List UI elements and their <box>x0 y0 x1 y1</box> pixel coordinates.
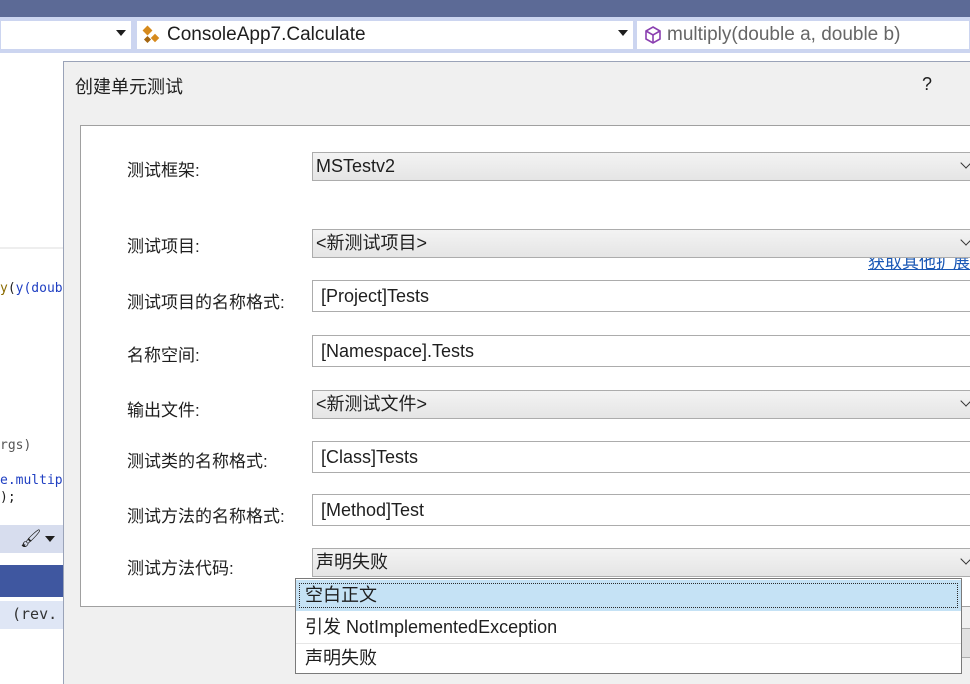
project-dropdown[interactable] <box>0 20 132 50</box>
method-code-value: 声明失败 <box>316 552 388 572</box>
project-name-format-input[interactable]: [Project]Tests <box>312 280 970 312</box>
settings-panel: 测试框架: MSTestv2 获取其他扩展 测试项目: <新测试项目> 测试项目… <box>80 125 970 607</box>
namespace-label: 名称空间: <box>127 346 200 365</box>
class-icon <box>142 25 160 44</box>
chevron-down-icon <box>960 234 970 246</box>
code-line: ); <box>0 490 16 505</box>
editor-toolbar: 🖌 <box>0 525 64 553</box>
project-dropdown[interactable]: <新测试项目> <box>312 229 970 258</box>
method-code-options-list: 空白正文 引发 NotImplementedException 声明失败 <box>295 578 962 674</box>
framework-dropdown[interactable]: MSTestv2 <box>312 152 970 181</box>
project-name-format-label: 测试项目的名称格式: <box>127 293 285 312</box>
method-name-format-label: 测试方法的名称格式: <box>127 507 285 526</box>
namespace-input[interactable]: [Namespace].Tests <box>312 335 970 367</box>
tool-window-header <box>0 565 64 597</box>
brush-icon[interactable]: 🖌 <box>20 529 42 549</box>
output-file-label: 输出文件: <box>127 401 200 420</box>
member-dropdown-value: multiply(double a, double b) <box>667 24 901 45</box>
code-line: y(y(double <box>0 281 64 296</box>
method-code-dropdown[interactable]: 声明失败 <box>312 548 970 577</box>
framework-value: MSTestv2 <box>316 156 396 176</box>
method-code-label: 测试方法代码: <box>127 559 234 578</box>
member-dropdown[interactable]: multiply(double a, double b) <box>636 20 970 50</box>
code-editor[interactable]: y(y(double rgs) e.multipl ); 🖌 <box>0 53 64 684</box>
code-line: rgs) <box>0 438 32 453</box>
class-dropdown[interactable]: ConsoleApp7.Calculate <box>136 20 634 50</box>
option-assert-failure[interactable]: 声明失败 <box>296 643 961 674</box>
method-cube-icon <box>645 26 661 44</box>
dropdown-arrow-icon <box>116 30 126 36</box>
dropdown-arrow-icon <box>618 30 628 36</box>
output-file-dropdown[interactable]: <新测试文件> <box>312 390 970 419</box>
help-button[interactable]: ? <box>914 71 940 97</box>
method-name-format-input[interactable]: [Method]Test <box>312 494 970 526</box>
navigation-bar: ConsoleApp7.Calculate multiply(double a,… <box>0 17 970 53</box>
output-file-value: <新测试文件> <box>316 394 428 414</box>
option-throw-not-implemented[interactable]: 引发 NotImplementedException <box>296 612 961 643</box>
dropdown-arrow-icon[interactable] <box>45 536 55 542</box>
chevron-down-icon <box>960 553 970 565</box>
project-value: <新测试项目> <box>316 233 428 253</box>
framework-label: 测试框架: <box>127 161 200 180</box>
chevron-down-icon <box>960 395 970 407</box>
chevron-down-icon <box>960 157 970 169</box>
option-empty-body[interactable]: 空白正文 <box>296 580 961 611</box>
class-dropdown-value: ConsoleApp7.Calculate <box>167 24 366 45</box>
ide-title-strip <box>0 0 970 17</box>
code-line: e.multipl <box>0 473 64 488</box>
class-name-format-input[interactable]: [Class]Tests <box>312 441 970 473</box>
dialog-title: 创建单元测试 <box>75 77 183 97</box>
project-label: 测试项目: <box>127 237 200 256</box>
class-name-format-label: 测试类的名称格式: <box>127 452 268 471</box>
code-token: y(double <box>15 281 64 296</box>
editor-divider <box>0 247 64 249</box>
